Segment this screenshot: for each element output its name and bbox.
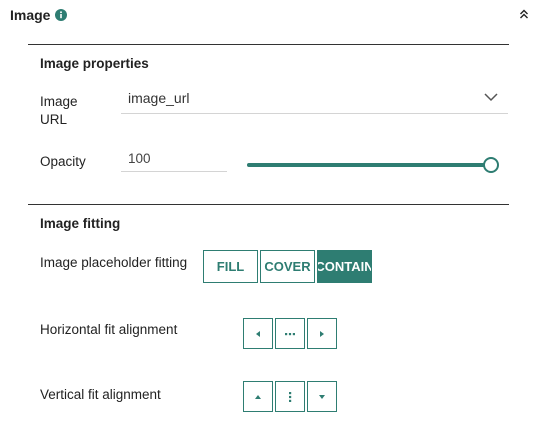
align-center-horizontal-button[interactable] — [275, 318, 305, 349]
align-top-button[interactable] — [243, 381, 273, 412]
caret-down-icon — [319, 394, 325, 399]
chevron-down-icon — [484, 93, 498, 102]
caret-up-icon — [255, 394, 261, 399]
image-url-value: image_url — [128, 90, 190, 106]
section-divider — [28, 44, 509, 45]
image-url-select[interactable]: image_url — [121, 85, 508, 114]
ellipsis-vertical-icon — [289, 391, 292, 402]
align-right-button[interactable] — [307, 318, 337, 349]
placeholder-fitting-label: Image placeholder fitting — [40, 255, 188, 270]
double-chevron-up-icon[interactable] — [518, 8, 530, 20]
align-left-button[interactable] — [243, 318, 273, 349]
align-center-vertical-button[interactable] — [275, 381, 305, 412]
section-title-image-fitting: Image fitting — [40, 216, 121, 231]
vertical-alignment-label: Vertical fit alignment — [40, 387, 161, 402]
slider-thumb[interactable] — [483, 157, 499, 173]
opacity-label: Opacity — [40, 154, 86, 169]
align-bottom-button[interactable] — [307, 381, 337, 412]
fit-cover-button[interactable]: COVER — [260, 250, 315, 283]
section-title-image-properties: Image properties — [40, 56, 149, 71]
info-circle-icon — [55, 9, 67, 21]
caret-right-icon — [320, 330, 324, 337]
horizontal-alignment-label: Horizontal fit alignment — [40, 322, 178, 337]
image-url-label: Image URL — [40, 94, 78, 127]
ellipsis-horizontal-icon — [285, 332, 295, 335]
slider-fill — [247, 163, 491, 167]
fit-fill-button[interactable]: FILL — [203, 250, 258, 283]
caret-left-icon — [256, 330, 260, 337]
panel-title: Image — [10, 7, 51, 23]
fit-contain-button[interactable]: CONTAIN — [317, 250, 372, 283]
opacity-slider[interactable] — [247, 155, 499, 175]
section-divider — [28, 204, 509, 205]
opacity-input[interactable] — [121, 146, 227, 172]
